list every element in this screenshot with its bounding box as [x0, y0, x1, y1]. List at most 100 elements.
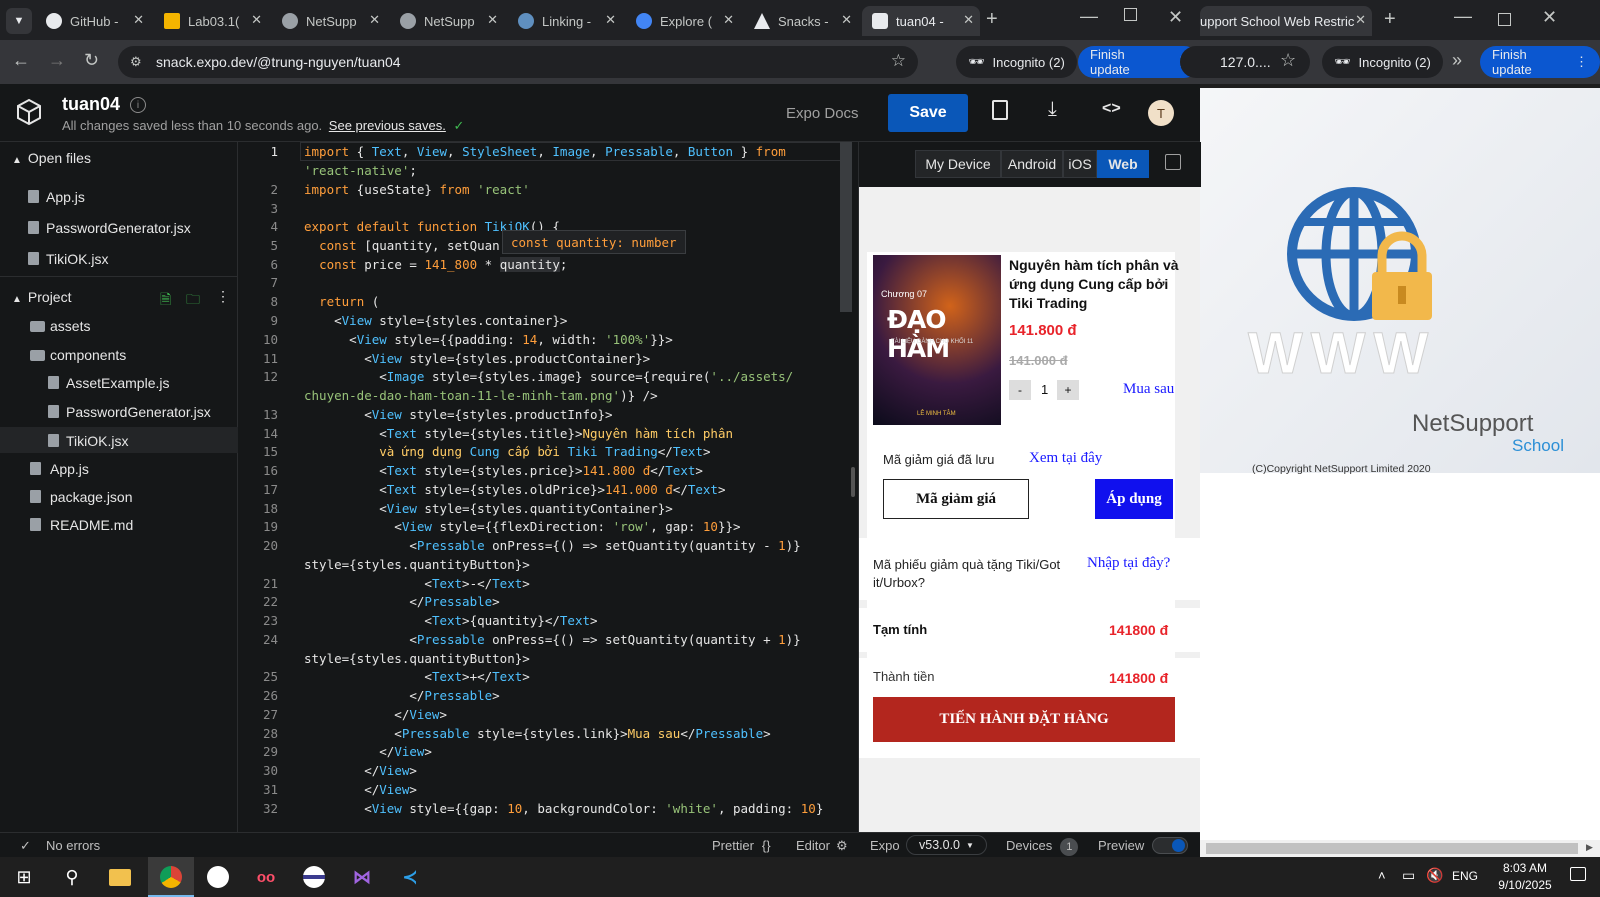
- quantity-plus-button[interactable]: +: [1057, 380, 1079, 400]
- project-header[interactable]: ▲ Project: [12, 289, 71, 305]
- horizontal-scrollbar[interactable]: ▶: [1200, 840, 1600, 857]
- tab-android[interactable]: Android: [1001, 150, 1063, 178]
- close-icon[interactable]: ✕: [963, 12, 974, 28]
- buy-later-link[interactable]: Mua sau: [1123, 381, 1174, 398]
- forward-icon[interactable]: →: [48, 50, 66, 71]
- folder-assets[interactable]: assets: [50, 318, 90, 334]
- clock-time[interactable]: 8:03 AM: [1490, 861, 1560, 875]
- search-icon[interactable]: ⚲: [58, 863, 86, 891]
- order-button[interactable]: TIẾN HÀNH ĐẶT HÀNG: [873, 697, 1175, 742]
- eclipse-icon[interactable]: [300, 863, 328, 891]
- info-icon[interactable]: i: [130, 97, 146, 113]
- file-package-json[interactable]: package.json: [50, 489, 133, 505]
- embed-code-icon[interactable]: <>: [1102, 100, 1121, 118]
- maximize-icon[interactable]: [1498, 13, 1511, 26]
- url-input[interactable]: ⚙ snack.expo.dev/@trung-nguyen/tuan04 ☆: [118, 46, 918, 78]
- star-icon[interactable]: ☆: [1280, 50, 1296, 71]
- maximize-icon[interactable]: [1124, 8, 1137, 21]
- see-here-link[interactable]: Xem tại đây: [1029, 450, 1102, 467]
- tab-netsupport-web[interactable]: upport School Web Restric ✕: [1200, 6, 1372, 36]
- panel-resize-handle[interactable]: [851, 467, 855, 497]
- tab-github[interactable]: GitHub - ✕: [36, 6, 150, 36]
- reload-icon[interactable]: ↻: [84, 50, 99, 71]
- tab-tuan04[interactable]: tuan04 - ✕: [862, 6, 980, 36]
- quantity-minus-button[interactable]: -: [1009, 380, 1031, 400]
- tab-web[interactable]: Web: [1097, 150, 1149, 178]
- export-icon[interactable]: [992, 100, 1008, 120]
- tab-lab03[interactable]: Lab03.1(✕: [154, 6, 268, 36]
- chrome-icon[interactable]: [157, 863, 185, 891]
- download-icon[interactable]: ⤓: [1048, 98, 1057, 121]
- folder-components[interactable]: components: [50, 347, 126, 363]
- tray-chevron-icon[interactable]: ˄: [1378, 868, 1386, 883]
- expo-docs-link[interactable]: Expo Docs: [786, 105, 859, 122]
- close-icon[interactable]: ✕: [1355, 12, 1366, 28]
- avatar[interactable]: T: [1148, 100, 1174, 126]
- file-tikiok[interactable]: TikiOK.jsx: [66, 433, 128, 449]
- close-icon[interactable]: ✕: [487, 12, 498, 28]
- incognito-badge[interactable]: 🕶 Incognito (2): [956, 46, 1077, 78]
- chevrons-icon[interactable]: »: [1452, 50, 1462, 71]
- file-password-generator[interactable]: PasswordGenerator.jsx: [66, 404, 211, 420]
- close-icon[interactable]: ✕: [369, 12, 380, 28]
- right-incognito-badge[interactable]: 🕶 Incognito (2): [1322, 46, 1443, 78]
- prettier-button[interactable]: Prettier {}: [712, 838, 771, 853]
- close-icon[interactable]: ✕: [723, 12, 734, 28]
- right-finish-update-button[interactable]: Finish update ⋮: [1480, 46, 1600, 78]
- open-file-app-js[interactable]: App.js: [46, 189, 85, 205]
- new-folder-icon[interactable]: 🗀: [186, 289, 200, 313]
- tab-my-device[interactable]: My Device: [915, 150, 1001, 178]
- apply-button[interactable]: Áp dụng: [1095, 479, 1173, 519]
- new-file-icon[interactable]: 🗎: [160, 289, 171, 313]
- previous-saves-link[interactable]: See previous saves.: [329, 118, 446, 133]
- app-icon[interactable]: [204, 863, 232, 891]
- devices-button[interactable]: Devices 1: [1006, 838, 1079, 856]
- scroll-right-icon[interactable]: ▶: [1586, 842, 1593, 853]
- more-options-icon[interactable]: ⋮: [216, 288, 230, 305]
- tab-linking[interactable]: Linking - ✕: [508, 6, 622, 36]
- close-icon[interactable]: ✕: [605, 12, 616, 28]
- tab-snacks[interactable]: Snacks - ✕: [744, 6, 858, 36]
- open-external-icon[interactable]: [1165, 154, 1181, 170]
- site-info-icon[interactable]: ⚙: [130, 54, 142, 70]
- open-file-tikiok[interactable]: TikiOK.jsx: [46, 251, 108, 267]
- editor-settings-button[interactable]: Editor ⚙: [796, 838, 848, 854]
- network-icon[interactable]: ▭: [1402, 867, 1415, 884]
- file-explorer-icon[interactable]: [106, 863, 134, 891]
- notification-icon[interactable]: [1570, 867, 1586, 881]
- open-files-header[interactable]: ▲ Open files: [12, 150, 91, 166]
- file-readme[interactable]: README.md: [50, 517, 133, 533]
- new-tab-icon[interactable]: +: [986, 8, 998, 31]
- windows-start-icon[interactable]: ⊞: [10, 863, 38, 891]
- editor-scrollbar-thumb[interactable]: [840, 142, 852, 312]
- minimize-icon[interactable]: —: [1080, 6, 1098, 27]
- app-icon[interactable]: oo: [252, 863, 280, 891]
- close-window-icon[interactable]: ✕: [1542, 7, 1557, 28]
- file-asset-example[interactable]: AssetExample.js: [66, 375, 169, 391]
- code-editor[interactable]: 1 2 3 4 5 6 7 8 9 10 11 12 13 14 15 16 17 18 19 20 21 22 23 24 2…: [238, 142, 858, 832]
- tab-search-button[interactable]: ▼: [6, 8, 32, 34]
- close-icon[interactable]: ✕: [133, 12, 144, 28]
- minimize-icon[interactable]: —: [1454, 6, 1472, 27]
- visual-studio-icon[interactable]: ⋈: [348, 863, 376, 891]
- scrollbar-thumb[interactable]: [1206, 843, 1578, 854]
- sdk-version-select[interactable]: v53.0.0 ▼: [906, 835, 987, 855]
- new-tab-icon[interactable]: +: [1384, 8, 1396, 31]
- back-icon[interactable]: ←: [12, 50, 30, 71]
- open-file-password-generator[interactable]: PasswordGenerator.jsx: [46, 220, 191, 236]
- save-button[interactable]: Save: [888, 94, 968, 132]
- tab-netsupport-1[interactable]: NetSupp ✕: [272, 6, 386, 36]
- clock-date[interactable]: 9/10/2025: [1490, 878, 1560, 892]
- volume-muted-icon[interactable]: 🔇: [1426, 867, 1443, 884]
- tab-explore[interactable]: Explore (✕: [626, 6, 740, 36]
- tab-netsupport-2[interactable]: NetSupp ✕: [390, 6, 504, 36]
- close-icon[interactable]: ✕: [251, 12, 262, 28]
- enter-here-link[interactable]: Nhập tại đây?: [1087, 555, 1170, 572]
- tab-ios[interactable]: iOS: [1063, 150, 1097, 178]
- vscode-icon[interactable]: ≺: [396, 863, 424, 891]
- close-icon[interactable]: ✕: [841, 12, 852, 28]
- star-icon[interactable]: ☆: [891, 51, 906, 71]
- errors-status[interactable]: No errors: [46, 838, 100, 853]
- close-window-icon[interactable]: ✕: [1168, 7, 1183, 28]
- project-title[interactable]: tuan04: [62, 94, 120, 115]
